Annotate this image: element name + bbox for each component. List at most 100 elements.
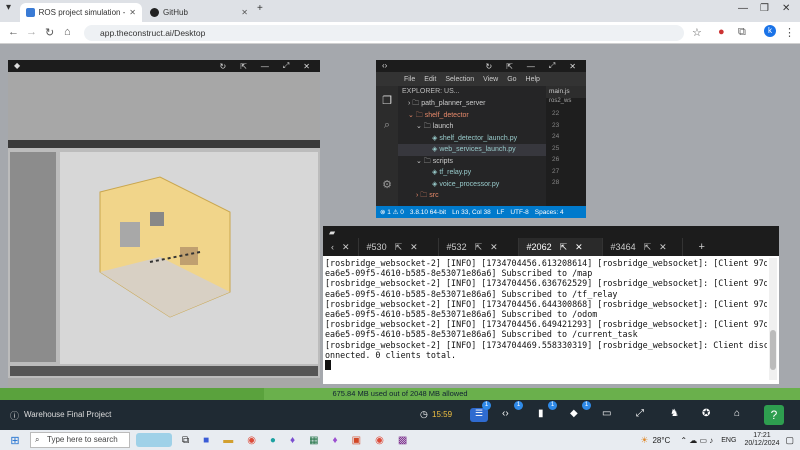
- browser-tab-ros[interactable]: ROS project simulation - Ware ✕: [20, 3, 142, 22]
- scrollbar-thumb[interactable]: [770, 330, 776, 370]
- status-cursor[interactable]: Ln 33, Col 38: [452, 209, 491, 216]
- forward-icon[interactable]: →: [26, 26, 37, 38]
- app-icon[interactable]: ●: [270, 435, 276, 446]
- open-external-icon[interactable]: ⇱: [560, 242, 568, 253]
- tree-item[interactable]: ⌄ 🗀 scripts: [398, 156, 546, 168]
- status-problems[interactable]: ⊗ 1 ⚠ 0: [380, 208, 404, 216]
- tray-icons[interactable]: ⌃ ☁ ▭ ♪: [680, 436, 713, 445]
- notification-icon[interactable]: ▢: [785, 435, 794, 446]
- expand-icon[interactable]: ⤢: [283, 61, 289, 71]
- url-input[interactable]: app.theconstruct.ai/Desktop: [84, 25, 684, 41]
- back-icon[interactable]: ←: [8, 26, 19, 38]
- close-tab-icon[interactable]: ✕: [129, 8, 136, 17]
- open-external-icon[interactable]: ⇱: [506, 62, 513, 71]
- terminal-tab[interactable]: #3464 ⇱ ✕: [603, 238, 683, 256]
- help-button[interactable]: ?: [764, 405, 784, 425]
- terminal-tab[interactable]: #530 ⇱ ✕: [359, 238, 439, 256]
- chrome-icon[interactable]: ◉: [375, 435, 384, 446]
- tree-item[interactable]: ⌄ 🗀 shelf_detector: [398, 110, 546, 122]
- minimize-icon[interactable]: —: [261, 62, 269, 71]
- status-encoding[interactable]: UTF-8: [510, 209, 528, 216]
- new-terminal-tab-icon[interactable]: +: [683, 241, 721, 253]
- gazebo-app-icon[interactable]: ▮: [538, 408, 544, 419]
- minimize-icon[interactable]: —: [527, 62, 535, 71]
- fullscreen-icon[interactable]: ⤢: [636, 408, 644, 419]
- menu-selection[interactable]: Selection: [445, 76, 474, 83]
- close-icon[interactable]: ✕: [659, 242, 667, 253]
- bookmark-star-icon[interactable]: ☆: [692, 26, 702, 39]
- tab-search-icon[interactable]: ▾: [6, 2, 11, 13]
- status-python[interactable]: 3.8.10 64-bit: [410, 209, 446, 216]
- chrome-icon[interactable]: ◉: [247, 435, 256, 446]
- robot-icon[interactable]: ♞: [670, 408, 679, 419]
- clock[interactable]: 17:21 20/12/2024: [744, 432, 779, 448]
- chevron-left-icon[interactable]: ‹: [331, 242, 334, 252]
- editor-tab[interactable]: main.js: [546, 86, 586, 98]
- powerpoint-icon[interactable]: ▣: [352, 435, 361, 446]
- app-icon[interactable]: ▩: [398, 435, 407, 446]
- tree-item[interactable]: › 🗀 path_planner_server: [398, 98, 546, 110]
- taskbar-search-input[interactable]: ⌕ Type here to search: [30, 432, 130, 448]
- tree-item[interactable]: ◈ voice_processor.py: [398, 179, 546, 191]
- file-explorer-icon[interactable]: ▬: [223, 435, 233, 446]
- menu-help[interactable]: Help: [526, 76, 540, 83]
- terminal-output[interactable]: [rosbridge_websocket-2] [INFO] [17347044…: [325, 258, 767, 382]
- terminal-tab[interactable]: #532 ⇱ ✕: [439, 238, 519, 256]
- ai-assistant-icon[interactable]: ✪: [702, 408, 710, 419]
- terminal-scrollbar[interactable]: [769, 258, 777, 380]
- tree-item[interactable]: ◈ web_services_launch.py: [398, 144, 546, 156]
- settings-gear-icon[interactable]: ⚙: [376, 178, 398, 191]
- search-icon[interactable]: ⌕: [376, 119, 398, 132]
- extensions-puzzle-icon[interactable]: ⧉: [738, 26, 746, 39]
- close-tab-icon[interactable]: ✕: [241, 8, 248, 17]
- notebook-icon[interactable]: ☰: [470, 408, 488, 422]
- open-external-icon[interactable]: ⇱: [240, 62, 247, 71]
- close-icon[interactable]: ✕: [569, 62, 576, 71]
- status-indent[interactable]: Spaces: 4: [535, 209, 564, 216]
- minimize-icon[interactable]: —: [738, 3, 748, 14]
- explorer-icon[interactable]: ❐: [376, 94, 398, 107]
- expand-icon[interactable]: ⤢: [549, 61, 555, 71]
- restore-icon[interactable]: ❐: [760, 3, 769, 14]
- terminal-window[interactable]: ▰ ‹ ✕ #530 ⇱ ✕ #532 ⇱ ✕ #2062 ⇱ ✕ #3464 …: [323, 226, 779, 384]
- tree-item[interactable]: ◈ shelf_detector_launch.py: [398, 133, 546, 145]
- open-external-icon[interactable]: ⇱: [644, 242, 652, 253]
- app-icon[interactable]: ■: [203, 435, 209, 446]
- language-indicator[interactable]: ENG: [721, 437, 736, 444]
- open-external-icon[interactable]: ⇱: [475, 242, 483, 253]
- menu-edit[interactable]: Edit: [424, 76, 436, 83]
- extension-icon[interactable]: ●: [718, 26, 725, 38]
- code-editor-icon[interactable]: ‹›: [502, 408, 509, 419]
- home-icon[interactable]: ⌂: [734, 408, 740, 419]
- refresh-icon[interactable]: ↻: [485, 62, 492, 71]
- status-eol[interactable]: LF: [497, 209, 505, 216]
- tree-item[interactable]: › 🗀 src: [398, 190, 546, 202]
- gazebo-3d-view[interactable]: [60, 152, 318, 364]
- app-icon[interactable]: ♦: [290, 435, 295, 446]
- menu-file[interactable]: File: [404, 76, 415, 83]
- tree-item[interactable]: ◈ tf_relay.py: [398, 167, 546, 179]
- close-icon[interactable]: ✕: [410, 242, 418, 253]
- weather-temp[interactable]: 28°C: [652, 436, 670, 445]
- monitor-icon[interactable]: ▭: [602, 408, 611, 419]
- open-external-icon[interactable]: ⇱: [395, 242, 403, 253]
- menu-kebab-icon[interactable]: ⋮: [784, 26, 795, 39]
- info-icon[interactable]: ⓘ: [10, 409, 19, 422]
- close-window-icon[interactable]: ✕: [782, 3, 790, 14]
- editor-area[interactable]: main.js ros2_ws 22 23 24 25 26 27 28: [546, 86, 586, 206]
- menu-go[interactable]: Go: [507, 76, 516, 83]
- close-icon[interactable]: ✕: [490, 242, 498, 253]
- gazebo-window[interactable]: ↻ ⇱ — ⤢ ✕ ◆: [8, 60, 320, 388]
- new-tab-button[interactable]: +: [257, 3, 263, 14]
- home-icon[interactable]: ⌂: [64, 26, 71, 38]
- close-icon[interactable]: ✕: [575, 242, 583, 253]
- tree-item[interactable]: ⌄ 🗀 launch: [398, 121, 546, 133]
- app-icon[interactable]: ♦: [333, 435, 338, 446]
- menu-view[interactable]: View: [483, 76, 498, 83]
- browser-tab-github[interactable]: GitHub ✕: [144, 3, 254, 22]
- cube-app-icon[interactable]: ◆: [570, 408, 578, 419]
- profile-avatar[interactable]: k: [764, 25, 776, 37]
- reload-icon[interactable]: ↻: [45, 26, 54, 39]
- task-view-icon[interactable]: ⧉: [182, 435, 189, 446]
- terminal-tab-active[interactable]: #2062 ⇱ ✕: [518, 238, 603, 256]
